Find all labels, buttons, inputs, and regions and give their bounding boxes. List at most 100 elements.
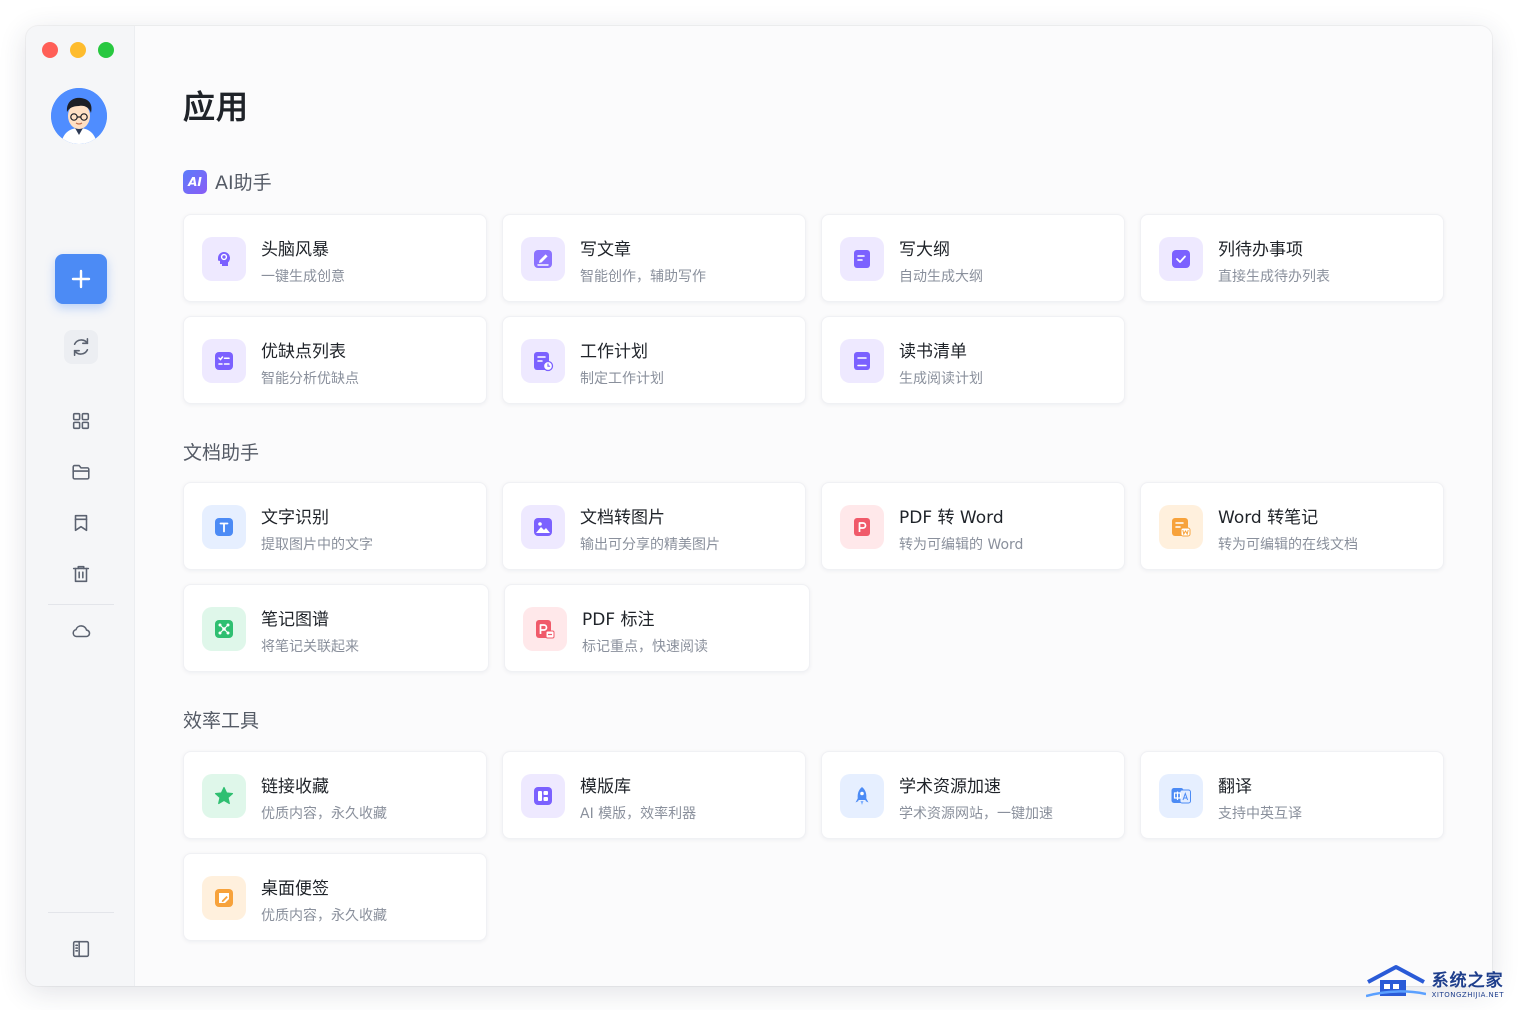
app-card-template-library[interactable]: 模版库 AI 模版，效率利器 [502, 751, 806, 839]
trash-icon [72, 565, 90, 583]
card-desc: 转为可编辑的 Word [899, 537, 1024, 553]
card-title: 文档转图片 [580, 508, 665, 528]
avatar-portrait-icon [51, 88, 107, 144]
section-title-text: 效率工具 [183, 710, 260, 732]
card-desc: 将笔记关联起来 [261, 639, 359, 655]
card-title: 头脑风暴 [261, 240, 329, 260]
app-card-ocr[interactable]: 文字识别 提取图片中的文字 [183, 482, 487, 570]
card-desc: 优质内容，永久收藏 [261, 806, 387, 822]
watermark-en: XITONGZHIJIA.NET [1431, 990, 1504, 999]
sidebar [26, 26, 134, 986]
card-title: Word 转笔记 [1218, 508, 1319, 528]
card-desc: 智能创作，辅助写作 [580, 269, 706, 285]
card-title: 文字识别 [261, 508, 329, 528]
section-title-text: AI助手 [215, 172, 272, 194]
card-desc: 转为可编辑的在线文档 [1218, 537, 1358, 553]
card-desc: 标记重点，快速阅读 [582, 639, 708, 655]
section-title-ai-assistant: AI AI助手 [183, 168, 272, 195]
plan-icon [521, 339, 565, 383]
rocket-icon [840, 774, 884, 818]
sidebar-item-cloud[interactable] [64, 614, 98, 648]
graph-icon [202, 607, 246, 651]
app-card-note-graph[interactable]: 笔记图谱 将笔记关联起来 [183, 584, 489, 672]
app-card-todo-list[interactable]: 列待办事项 直接生成待办列表 [1140, 214, 1444, 302]
card-desc: 一键生成创意 [261, 269, 345, 285]
card-title: PDF 标注 [582, 610, 655, 630]
ai-badge-icon: AI [183, 169, 207, 194]
template-icon [521, 774, 565, 818]
sidebar-divider [48, 604, 114, 605]
card-desc: 直接生成待办列表 [1218, 269, 1330, 285]
app-card-word-to-note[interactable]: Word 转笔记 转为可编辑的在线文档 [1140, 482, 1444, 570]
watermark: 系统之家 XITONGZHIJIA.NET [1365, 964, 1504, 1000]
bookmark-icon [74, 514, 88, 532]
app-card-link-collect[interactable]: 链接收藏 优质内容，永久收藏 [183, 751, 487, 839]
card-title: 读书清单 [899, 342, 967, 362]
sidebar-item-bookmarks[interactable] [64, 506, 98, 540]
sidebar-divider [48, 912, 114, 913]
sync-button[interactable] [64, 330, 98, 364]
avatar[interactable] [51, 88, 107, 144]
book-icon [840, 339, 884, 383]
card-desc: 智能分析优缺点 [261, 371, 359, 387]
sidebar-item-apps[interactable] [64, 404, 98, 438]
section-title-efficiency-tools: 效率工具 [183, 706, 259, 733]
app-card-desktop-sticky[interactable]: 桌面便签 优质内容，永久收藏 [183, 853, 487, 941]
card-desc: AI 模版，效率利器 [580, 806, 697, 822]
card-title: 桌面便签 [261, 879, 329, 899]
cloud-icon [72, 625, 91, 638]
app-card-brainstorm[interactable]: 头脑风暴 一键生成创意 [183, 214, 487, 302]
app-card-translate[interactable]: 翻译 支持中英互译 [1140, 751, 1444, 839]
sidebar-item-trash[interactable] [64, 557, 98, 591]
card-desc: 制定工作计划 [580, 371, 664, 387]
card-desc: 学术资源网站，一键加速 [899, 806, 1053, 822]
card-title: PDF 转 Word [899, 508, 1004, 528]
image-icon [521, 505, 565, 549]
app-card-pdf-annotate[interactable]: PDF 标注 标记重点，快速阅读 [504, 584, 810, 672]
page-title: 应用 [183, 88, 250, 126]
app-card-pros-cons[interactable]: 优缺点列表 智能分析优缺点 [183, 316, 487, 404]
card-desc: 生成阅读计划 [899, 371, 983, 387]
new-button[interactable] [55, 254, 107, 304]
app-window: 应用 AI AI助手 头脑风暴 一键生成创意 写文章 智能创作，辅助写作 写大纲 [26, 26, 1492, 986]
main-content: 应用 AI AI助手 头脑风暴 一键生成创意 写文章 智能创作，辅助写作 写大纲 [134, 26, 1492, 986]
card-title: 笔记图谱 [261, 610, 329, 630]
card-title: 模版库 [580, 777, 631, 797]
card-title: 学术资源加速 [899, 777, 1001, 797]
card-title: 优缺点列表 [261, 342, 346, 362]
pen-icon [521, 237, 565, 281]
checkbox-icon [1159, 237, 1203, 281]
card-desc: 自动生成大纲 [899, 269, 983, 285]
brain-icon [202, 237, 246, 281]
folder-icon [72, 464, 90, 480]
app-card-write-article[interactable]: 写文章 智能创作，辅助写作 [502, 214, 806, 302]
app-card-reading-list[interactable]: 读书清单 生成阅读计划 [821, 316, 1125, 404]
app-card-work-plan[interactable]: 工作计划 制定工作计划 [502, 316, 806, 404]
sidebar-item-folders[interactable] [64, 455, 98, 489]
house-logo-icon [1365, 965, 1426, 998]
translate-icon [1159, 774, 1203, 818]
card-title: 链接收藏 [261, 777, 329, 797]
card-desc: 支持中英互译 [1218, 806, 1302, 822]
card-title: 写文章 [580, 240, 631, 260]
card-title: 列待办事项 [1218, 240, 1303, 260]
ocr-icon [202, 505, 246, 549]
watermark-text: 系统之家 XITONGZHIJIA.NET [1432, 966, 1504, 999]
word-icon [1159, 505, 1203, 549]
card-title: 写大纲 [899, 240, 950, 260]
star-icon [202, 774, 246, 818]
card-desc: 提取图片中的文字 [261, 537, 373, 553]
section-title-document-assistant: 文档助手 [183, 438, 259, 465]
app-card-write-outline[interactable]: 写大纲 自动生成大纲 [821, 214, 1125, 302]
pdf-icon [840, 505, 884, 549]
sync-icon [73, 337, 89, 357]
pdf-mark-icon [523, 607, 567, 651]
checklist-icon [202, 339, 246, 383]
panel-toggle-button[interactable] [64, 932, 98, 966]
app-card-pdf-to-word[interactable]: PDF 转 Word 转为可编辑的 Word [821, 482, 1125, 570]
app-card-doc-to-image[interactable]: 文档转图片 输出可分享的精美图片 [502, 482, 806, 570]
panel-toggle-icon [72, 940, 90, 958]
plus-icon [71, 269, 91, 289]
app-card-academic-boost[interactable]: 学术资源加速 学术资源网站，一键加速 [821, 751, 1125, 839]
card-desc: 输出可分享的精美图片 [580, 537, 720, 553]
